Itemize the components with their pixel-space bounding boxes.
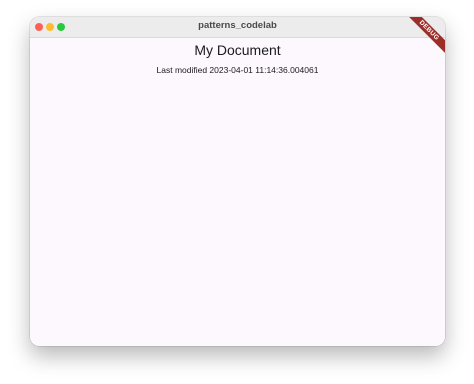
window-title: patterns_codelab xyxy=(198,20,277,31)
app-window: patterns_codelab My Document Last modifi… xyxy=(30,17,445,346)
title-bar[interactable]: patterns_codelab xyxy=(30,17,445,38)
debug-banner-container: DEBUG xyxy=(401,17,445,61)
document-title: My Document xyxy=(194,42,281,58)
debug-banner: DEBUG xyxy=(401,17,445,59)
last-modified-text: Last modified 2023-04-01 11:14:36.004061 xyxy=(156,65,319,75)
document-view: My Document Last modified 2023-04-01 11:… xyxy=(30,38,445,346)
